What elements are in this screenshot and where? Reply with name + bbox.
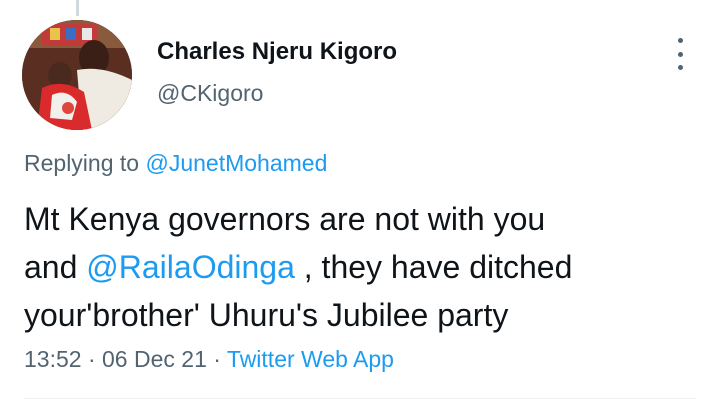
tweet-line-2-suffix: , they have ditched xyxy=(303,249,573,285)
tweet-date[interactable]: 06 Dec 21 xyxy=(102,346,207,372)
avatar[interactable] xyxy=(22,20,132,130)
reply-context: Replying to @JunetMohamed xyxy=(24,150,327,177)
more-vertical-icon-dot xyxy=(677,65,683,70)
more-options-button[interactable] xyxy=(670,38,690,70)
tweet-line-3: your'brother' Uhuru's Jubilee party xyxy=(24,297,509,333)
author-name[interactable]: Charles Njeru Kigoro xyxy=(157,38,397,66)
avatar-photo xyxy=(22,20,132,130)
author-handle[interactable]: @CKigoro xyxy=(157,80,263,107)
tweet-line-1: Mt Kenya governors are not with you xyxy=(24,201,546,237)
tweet-line-2-prefix: and xyxy=(24,249,78,285)
divider xyxy=(24,398,696,399)
mention-link[interactable]: @RailaOdinga xyxy=(86,249,295,285)
tweet-text: Mt Kenya governors are not with you and … xyxy=(24,195,694,339)
meta-separator: · xyxy=(87,346,96,372)
tweet-meta: 13:52 · 06 Dec 21 · Twitter Web App xyxy=(24,346,394,373)
reply-prefix: Replying to xyxy=(24,150,140,176)
thread-connector-line xyxy=(76,0,79,16)
tweet-time[interactable]: 13:52 xyxy=(24,346,82,372)
meta-separator: · xyxy=(213,346,221,372)
tweet-line-2: and @RailaOdinga , they have ditched xyxy=(24,243,694,291)
reply-to-mention[interactable]: @JunetMohamed xyxy=(145,150,327,176)
tweet-source-link[interactable]: Twitter Web App xyxy=(227,346,394,372)
more-vertical-icon xyxy=(677,38,683,43)
more-vertical-icon-dot xyxy=(677,51,683,57)
